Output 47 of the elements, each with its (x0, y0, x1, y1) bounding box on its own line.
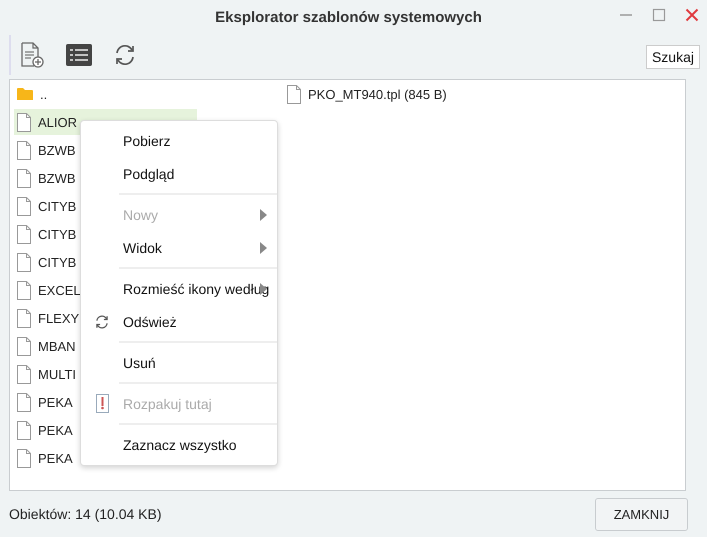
file-item[interactable]: MBAN (14, 333, 82, 359)
file-item[interactable]: CITYB (14, 193, 82, 219)
file-icon (17, 196, 31, 216)
window-title: Eksplorator szablonów systemowych (215, 9, 482, 26)
list-view-icon[interactable] (66, 44, 92, 66)
file-icon (17, 364, 31, 384)
file-icon (287, 84, 301, 104)
file-item[interactable]: PKO_MT940.tpl (845 B) (284, 81, 453, 107)
menu-item[interactable]: Podgląd (81, 157, 277, 190)
submenu-arrow-icon (260, 209, 267, 221)
file-icon (17, 112, 31, 132)
file-item[interactable]: .. (14, 81, 54, 107)
new-document-icon[interactable] (20, 42, 44, 68)
file-icon (17, 336, 31, 356)
file-icon (17, 168, 31, 188)
search-button[interactable]: Szukaj (646, 45, 700, 69)
file-icon (17, 224, 31, 244)
file-item[interactable]: PEKA (14, 389, 79, 415)
file-icon (17, 252, 31, 272)
menu-item[interactable]: Usuń (81, 346, 277, 379)
file-item[interactable]: CITYB (14, 249, 82, 275)
refresh-icon[interactable] (114, 44, 136, 66)
menu-item[interactable]: Widok (81, 231, 277, 264)
file-icon (17, 140, 31, 160)
file-item[interactable]: PEKA (14, 445, 79, 471)
file-icon (17, 308, 31, 328)
close-button[interactable]: ZAMKNIJ (595, 498, 688, 530)
close-icon[interactable] (685, 8, 699, 22)
refresh-icon (95, 314, 109, 328)
file-icon (17, 420, 31, 440)
menu-item[interactable]: Pobierz (81, 124, 277, 157)
maximize-icon[interactable] (652, 8, 666, 22)
file-item[interactable]: BZWB (14, 137, 82, 163)
file-item[interactable]: MULTI (14, 361, 82, 387)
file-item[interactable]: EXCEL (14, 277, 87, 303)
file-icon (17, 448, 31, 468)
file-icon (17, 280, 31, 300)
file-icon (17, 392, 31, 412)
submenu-arrow-icon (260, 242, 267, 254)
submenu-arrow-icon (260, 283, 267, 295)
file-item[interactable]: PEKA (14, 417, 79, 443)
file-item[interactable]: CITYB (14, 221, 82, 247)
status-text: Obiektów: 14 (10.04 KB) (9, 506, 162, 522)
archive-icon (96, 394, 108, 413)
menu-item[interactable]: Zaznacz wszystko (81, 428, 277, 461)
folder-icon (17, 87, 33, 101)
file-item[interactable]: BZWB (14, 165, 82, 191)
